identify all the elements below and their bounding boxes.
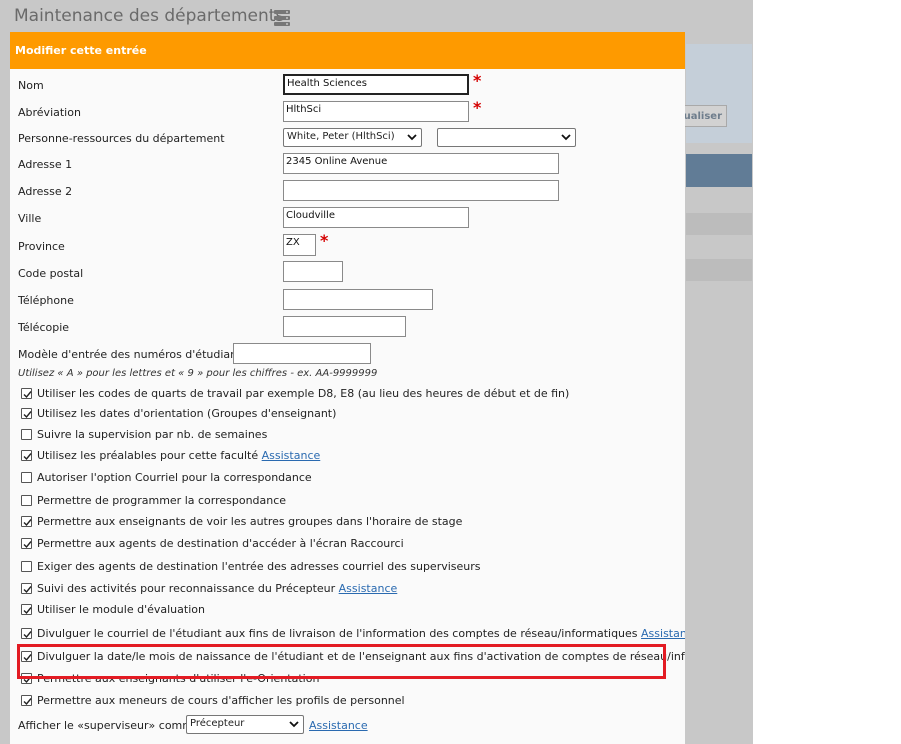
personne-ressources-select[interactable]: White, Peter (HlthSci) xyxy=(283,128,422,147)
option-checkbox[interactable] xyxy=(21,450,32,461)
highlight-annotation xyxy=(17,644,666,679)
province-input[interactable]: ZX xyxy=(283,234,316,256)
option-checkbox[interactable] xyxy=(21,495,32,506)
assistance-link[interactable]: Assistance xyxy=(339,582,398,595)
option-checkbox[interactable] xyxy=(21,516,32,527)
superviseur-select[interactable]: Précepteur xyxy=(186,715,304,734)
option-checkbox[interactable] xyxy=(21,628,32,639)
option-checkbox[interactable] xyxy=(21,561,32,572)
checkmark-icon xyxy=(23,453,32,461)
option-label: Permettre aux agents de destination d'ac… xyxy=(37,537,404,550)
personne-ressources-selected: White, Peter (HlthSci) xyxy=(287,131,395,142)
checkmark-icon xyxy=(23,631,32,639)
checkmark-icon xyxy=(23,586,32,594)
telecopie-input[interactable] xyxy=(283,316,406,337)
telecopie-label: Télécopie xyxy=(18,321,70,334)
required-marker: * xyxy=(320,231,329,250)
option-label: Suivre la supervision par nb. de semaine… xyxy=(37,428,267,441)
personne-ressources-label: Personne-ressources du département xyxy=(18,132,225,145)
option-label-text: Utilisez les préalables pour cette facul… xyxy=(37,449,259,462)
telephone-label: Téléphone xyxy=(18,294,74,307)
option-label-text: Utiliser le module d'évaluation xyxy=(37,603,205,616)
option-label-text: Suivi des activités pour reconnaissance … xyxy=(37,582,336,595)
option-label: Suivi des activités pour reconnaissance … xyxy=(37,582,397,595)
required-marker: * xyxy=(473,71,482,90)
background-table-header xyxy=(686,154,752,187)
option-label-text: Permettre de programmer la correspondanc… xyxy=(37,494,287,507)
option-label: Utiliser les codes de quarts de travail … xyxy=(37,387,569,400)
option-label: Permettre aux enseignants de voir les au… xyxy=(37,515,462,528)
option-checkbox[interactable] xyxy=(21,429,32,440)
nom-input[interactable]: Health Sciences xyxy=(283,74,469,95)
modele-input[interactable] xyxy=(233,343,371,364)
checkmark-icon xyxy=(23,698,32,706)
option-label-text: Utilisez les dates d'orientation (Groupe… xyxy=(37,407,337,420)
code-postal-input[interactable] xyxy=(283,261,343,282)
adresse2-input[interactable] xyxy=(283,180,559,201)
checkmark-icon xyxy=(23,391,32,399)
option-label-text: Divulguer le courriel de l'étudiant aux … xyxy=(37,627,638,640)
adresse1-label: Adresse 1 xyxy=(18,158,73,171)
background-row xyxy=(686,259,752,281)
option-label: Utilisez les dates d'orientation (Groupe… xyxy=(37,407,336,420)
checkmark-icon xyxy=(23,411,32,419)
required-marker: * xyxy=(473,98,482,117)
personne-ressources-select-2[interactable] xyxy=(437,128,576,147)
option-label-text: Permettre aux meneurs de cours d'affiche… xyxy=(37,694,405,707)
option-label-text: Suivre la supervision par nb. de semaine… xyxy=(37,428,268,441)
checkmark-icon xyxy=(23,541,32,549)
telephone-input[interactable] xyxy=(283,289,433,310)
background-panel xyxy=(686,44,752,143)
checkmark-icon xyxy=(23,519,32,527)
edit-entry-modal: Modifier cette entrée Nom Health Science… xyxy=(10,32,685,744)
superviseur-selected: Précepteur xyxy=(190,718,245,729)
option-label: Utilisez les préalables pour cette facul… xyxy=(37,449,320,462)
modele-hint: Utilisez « A » pour les lettres et « 9 »… xyxy=(18,368,378,379)
assistance-link[interactable]: Assistance xyxy=(262,449,321,462)
checkmark-icon xyxy=(23,607,32,615)
modele-label: Modèle d'entrée des numéros d'étudiants xyxy=(18,348,248,361)
nom-label: Nom xyxy=(18,79,44,92)
server-stack-icon xyxy=(274,10,290,26)
adresse1-input[interactable]: 2345 Online Avenue xyxy=(283,153,559,174)
assistance-link[interactable]: Assistance xyxy=(641,627,685,640)
option-checkbox[interactable] xyxy=(21,538,32,549)
option-label-text: Autoriser l'option Courriel pour la corr… xyxy=(37,471,312,484)
option-checkbox[interactable] xyxy=(21,388,32,399)
background-row xyxy=(686,213,752,235)
superviseur-label: Afficher le «superviseur» comme xyxy=(18,719,200,732)
option-label-text: Exiger des agents de destination l'entré… xyxy=(37,560,481,573)
option-checkbox[interactable] xyxy=(21,604,32,615)
ville-input[interactable]: Cloudville xyxy=(283,207,469,228)
option-checkbox[interactable] xyxy=(21,695,32,706)
option-label-text: Permettre aux agents de destination d'ac… xyxy=(37,537,404,550)
chevron-down-icon xyxy=(289,721,299,728)
superviseur-assistance-link[interactable]: Assistance xyxy=(309,719,368,732)
option-label: Autoriser l'option Courriel pour la corr… xyxy=(37,471,312,484)
adresse2-label: Adresse 2 xyxy=(18,185,73,198)
option-label: Exiger des agents de destination l'entré… xyxy=(37,560,481,573)
abreviation-input[interactable]: HlthSci xyxy=(283,101,469,122)
option-label: Permettre de programmer la correspondanc… xyxy=(37,494,286,507)
province-label: Province xyxy=(18,240,65,253)
option-label-text: Utiliser les codes de quarts de travail … xyxy=(37,387,570,400)
page-title: Maintenance des départements xyxy=(14,6,285,26)
option-label: Utiliser le module d'évaluation xyxy=(37,603,205,616)
option-label-text: Permettre aux enseignants de voir les au… xyxy=(37,515,463,528)
option-label: Permettre aux meneurs de cours d'affiche… xyxy=(37,694,405,707)
ville-label: Ville xyxy=(18,212,42,225)
option-label: Divulguer le courriel de l'étudiant aux … xyxy=(37,627,685,640)
option-checkbox[interactable] xyxy=(21,472,32,483)
abreviation-label: Abréviation xyxy=(18,106,81,119)
modal-header: Modifier cette entrée xyxy=(10,32,685,69)
option-checkbox[interactable] xyxy=(21,408,32,419)
chevron-down-icon xyxy=(407,134,417,141)
code-postal-label: Code postal xyxy=(18,267,84,280)
option-checkbox[interactable] xyxy=(21,583,32,594)
chevron-down-icon xyxy=(561,134,571,141)
